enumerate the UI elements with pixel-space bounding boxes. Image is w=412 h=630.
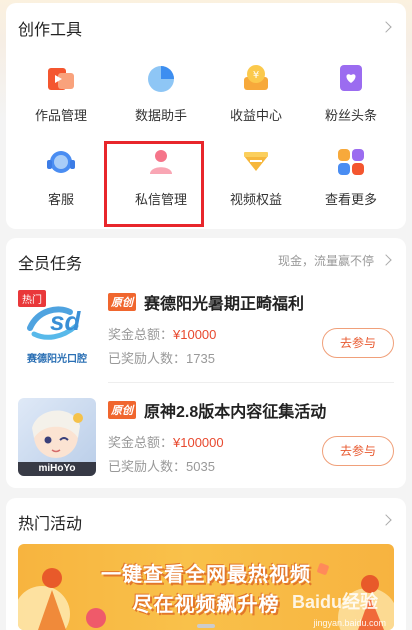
all-member-tasks-card: 全员任务 现金，流量赢不停 sd 赛德阳光口腔 热门 原创 赛德阳光暑期正畸福利…	[6, 238, 406, 488]
prize-label: 奖金总额：	[108, 435, 174, 450]
watermark-logo: Baidu经验	[291, 592, 378, 612]
heart-card-icon	[336, 63, 366, 93]
tool-video-rights[interactable]: 视频权益	[211, 147, 301, 208]
mihoyo-logo-text: miHoYo	[18, 462, 96, 476]
join-button[interactable]: 去参与	[322, 436, 394, 466]
headset-icon	[46, 147, 76, 177]
winners-count: 1735	[186, 351, 215, 366]
trending-video-banner[interactable]: 一键查看全网最热视频 尽在视频飙升榜 Baidu经验 jingyan.baidu…	[18, 544, 394, 630]
creation-tools-title: 创作工具	[18, 22, 83, 39]
svg-text:¥: ¥	[253, 70, 259, 81]
activities-title: 热门活动	[18, 516, 83, 533]
tool-view-more[interactable]: 查看更多	[306, 147, 396, 208]
chevron-right-icon[interactable]	[380, 21, 392, 33]
task-item[interactable]: sd 赛德阳光口腔 热门 原创 赛德阳光暑期正畸福利 奖金总额：¥10000 已…	[18, 290, 394, 370]
prize-row: 奖金总额：¥10000	[108, 324, 216, 343]
prize-amount: ¥100000	[173, 435, 224, 450]
winners-row: 已奖励人数：1735	[108, 348, 215, 367]
watermark-url: jingyan.baidu.com	[313, 618, 386, 628]
original-tag: 原创	[108, 293, 136, 311]
join-button[interactable]: 去参与	[322, 328, 394, 358]
banner-headline: 一键查看全网最热视频	[101, 564, 311, 586]
sd-logo: sd	[50, 306, 81, 336]
tool-label: 收益中心	[229, 108, 282, 123]
winners-count: 5035	[186, 459, 215, 474]
task-item[interactable]: miHoYo 原创 原神2.8版本内容征集活动 奖金总额：¥100000 已奖励…	[18, 398, 394, 478]
tool-label: 作品管理	[34, 108, 87, 123]
prize-label: 奖金总额：	[108, 327, 174, 342]
tool-label: 数据助手	[134, 108, 187, 123]
highlight-box	[104, 141, 204, 227]
task-title: 原神2.8版本内容征集活动	[144, 404, 327, 421]
tasks-subtitle[interactable]: 现金，流量赢不停	[278, 252, 374, 269]
chevron-right-icon[interactable]	[380, 254, 392, 266]
tool-label: 查看更多	[324, 192, 377, 207]
tool-data-assistant[interactable]: 数据助手	[116, 63, 206, 124]
prize-row: 奖金总额：¥100000	[108, 432, 224, 451]
task-title: 赛德阳光暑期正畸福利	[144, 296, 305, 313]
winners-row: 已奖励人数：5035	[108, 456, 215, 475]
works-icon	[46, 63, 76, 93]
diamond-icon	[241, 147, 271, 177]
tool-works-management[interactable]: 作品管理	[16, 63, 106, 124]
tool-earnings-center[interactable]: ¥ 收益中心	[211, 63, 301, 124]
tasks-title: 全员任务	[18, 256, 83, 273]
prize-amount: ¥10000	[173, 327, 217, 342]
task-thumbnail: miHoYo	[18, 398, 96, 476]
hot-badge: 热门	[18, 290, 46, 307]
scroll-handle	[197, 624, 215, 628]
winners-label: 已奖励人数：	[108, 459, 187, 474]
hot-activities-card: 热门活动 一键查看全网最热视频 尽在视频飙升榜 Baidu经验 jingyan.…	[6, 498, 406, 630]
original-tag: 原创	[108, 401, 136, 419]
winners-label: 已奖励人数：	[108, 351, 187, 366]
sponsor-logo-text: 赛德阳光口腔	[27, 354, 87, 365]
tool-label: 客服	[47, 192, 74, 207]
chevron-right-icon[interactable]	[380, 514, 392, 526]
creation-tools-card: 创作工具 作品管理 数据助手 ¥ 收益中心 粉丝头条 客服 私信管理 视频权益 …	[6, 3, 406, 229]
divider	[108, 382, 394, 383]
tool-fan-headlines[interactable]: 粉丝头条	[306, 63, 396, 124]
yuan-coin-icon: ¥	[241, 63, 271, 93]
tool-label: 粉丝头条	[324, 108, 377, 123]
grid-icon	[336, 147, 366, 177]
tool-customer-service[interactable]: 客服	[16, 147, 106, 208]
tool-label: 视频权益	[229, 192, 282, 207]
pie-chart-icon	[146, 63, 176, 93]
